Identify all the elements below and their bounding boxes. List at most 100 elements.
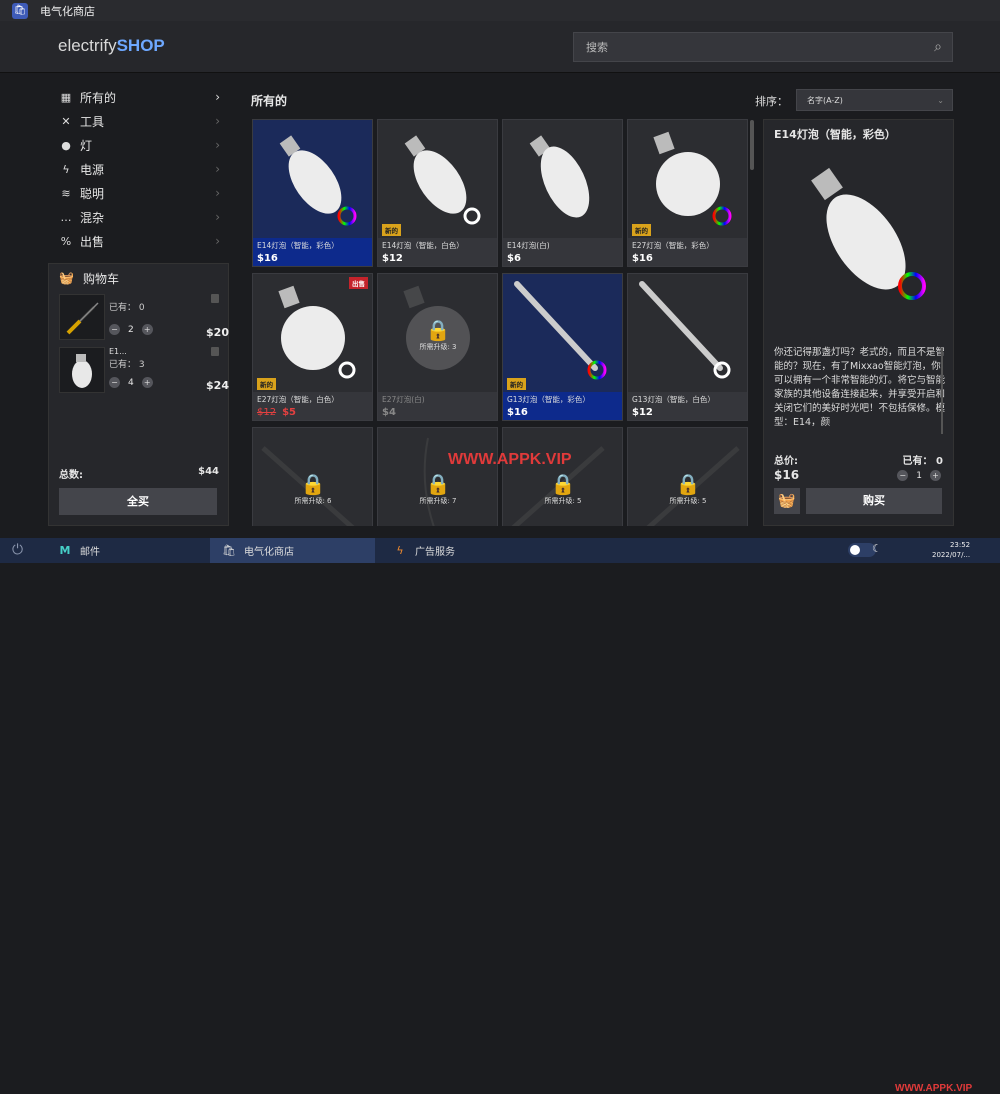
candle-bulb-image [529, 135, 590, 218]
increase-button[interactable]: + [141, 377, 153, 388]
old-price: $12 [257, 407, 277, 418]
quantity-value: 2 [128, 324, 134, 335]
category-sale[interactable]: % 出售 › [48, 229, 228, 253]
product-card[interactable]: 出售 新的 E27灯泡（智能，白色） $12 $5 [252, 273, 373, 421]
tube-bulb-image [639, 281, 731, 379]
lock-icon: 🔒 [425, 472, 451, 496]
buy-button[interactable]: 购买 [806, 488, 942, 514]
product-label: E14灯泡(白) $6 [503, 238, 622, 266]
product-label: G13灯泡（智能，彩色） $16 [503, 392, 622, 420]
cart-item-name: E1... [109, 347, 127, 356]
product-label: E27灯泡(白) $4 [378, 392, 497, 420]
quantity-stepper[interactable]: − 4 + [109, 377, 153, 388]
window-titlebar: 🛍 电气化商店 [0, 0, 1000, 21]
taskbar-mail[interactable]: M 邮件 [50, 538, 200, 563]
screwdriver-thumbnail [59, 294, 105, 340]
increase-button[interactable]: + [930, 470, 941, 481]
percent-icon: % [60, 234, 72, 248]
chevron-right-icon: › [215, 210, 220, 224]
chevron-right-icon: › [215, 234, 220, 248]
shop-logo: electrifySHOP [58, 36, 165, 55]
trash-icon[interactable] [211, 347, 219, 356]
watermark-text: WWW.APPK.VIP [895, 1083, 973, 1094]
search-bar[interactable]: ⌕ [573, 32, 953, 62]
product-detail-panel: E14灯泡（智能，彩色） 你还记得那盏灯吗？老式的，而且不是智能的？现在，有了M… [763, 119, 954, 526]
category-tools[interactable]: ✕ 工具 › [48, 109, 228, 133]
search-input[interactable] [574, 40, 924, 54]
detail-total-label: 总价: [774, 456, 798, 467]
tube-bulb-image [514, 281, 607, 380]
bulb-icon: ● [61, 138, 71, 152]
shop-bag-icon: 🛍 [12, 2, 28, 19]
chevron-right-icon: › [215, 90, 220, 104]
cart-item-price: $20 [206, 326, 229, 339]
detail-owned: 已有： 0 [902, 456, 943, 467]
sort-label: 排序： [755, 95, 788, 108]
shop-header: electrifySHOP ⌕ [0, 21, 1000, 73]
cart-header: 🧺 购物车 [59, 271, 120, 286]
product-card[interactable]: E14灯泡（智能，彩色） $16 [252, 119, 373, 267]
increase-button[interactable]: + [141, 324, 153, 335]
new-badge: 新的 [257, 378, 276, 390]
chevron-right-icon: › [215, 114, 220, 128]
product-card-locked[interactable]: 🔒 所需升级: 7 [377, 427, 498, 526]
trash-icon[interactable] [211, 294, 219, 303]
detail-price: $16 [774, 468, 800, 482]
description-scrollbar[interactable] [941, 348, 943, 434]
sort-select[interactable]: 名字(A-Z) ⌄ [796, 89, 953, 111]
product-card[interactable]: G13灯泡（智能，白色） $12 [627, 273, 748, 421]
add-to-cart-button[interactable]: 🧺 [774, 488, 800, 514]
candle-bulb-image [404, 135, 481, 225]
lightning-icon: ϟ [62, 162, 70, 176]
product-card-locked[interactable]: 🔒 所需升级: 6 [252, 427, 373, 526]
search-icon[interactable]: ⌕ [924, 39, 952, 55]
globe-bulb-image [653, 131, 732, 226]
quantity-stepper[interactable]: − 2 + [109, 324, 153, 335]
category-all[interactable]: ▦ 所有的 › [48, 85, 228, 109]
new-badge: 新的 [382, 224, 401, 236]
product-card[interactable]: 新的 E27灯泡（智能，彩色） $16 [627, 119, 748, 267]
decrease-button[interactable]: − [109, 324, 120, 335]
detail-product-image [811, 167, 926, 300]
power-icon[interactable]: ⏻ [12, 542, 23, 558]
chevron-right-icon: › [215, 186, 220, 200]
product-label: E27灯泡（智能，白色） $12 $5 [253, 392, 372, 420]
lock-icon: 🔒 [675, 472, 701, 496]
product-card-locked[interactable]: 🔒 所需升级: 5 [627, 427, 748, 526]
product-card-locked[interactable]: 🔒 所需升级: 3 E27灯泡(白) $4 [377, 273, 498, 421]
category-misc[interactable]: … 混杂 › [48, 205, 228, 229]
detail-description: 你还记得那盏灯吗？老式的，而且不是智能的？现在，有了Mixxao智能灯泡，你可以… [774, 347, 946, 428]
category-power[interactable]: ϟ 电源 › [48, 157, 228, 181]
grid-icon: ▦ [60, 90, 72, 104]
decrease-button[interactable]: − [897, 470, 909, 481]
taskbar-ads[interactable]: ϟ 广告服务 [385, 538, 545, 563]
cart-total: 总数: $44 [59, 466, 219, 481]
basket-icon: 🧺 [59, 271, 74, 285]
product-card-locked[interactable]: 🔒 所需升级: 5 [502, 427, 623, 526]
buy-all-button[interactable]: 全买 [59, 488, 217, 515]
product-card[interactable]: 新的 E14灯泡（智能，白色） $12 [377, 119, 498, 267]
quantity-value: 1 [916, 470, 922, 481]
grid-scrollbar[interactable] [750, 120, 754, 170]
product-card[interactable]: E14灯泡(白) $6 [502, 119, 623, 267]
tools-icon: ✕ [61, 114, 71, 128]
mail-app-icon: M [59, 544, 71, 557]
taskbar-shop[interactable]: 🛍 电气化商店 [210, 538, 375, 563]
category-lights[interactable]: ● 灯 › [48, 133, 228, 157]
cart-item: 已有： 0 − 2 + $20 [59, 294, 229, 342]
product-label: G13灯泡（智能，白色） $12 [628, 392, 747, 420]
decrease-button[interactable]: − [109, 377, 120, 388]
cart-item: E1... 已有： 3 − 4 + $24 [59, 347, 229, 395]
moon-icon: ☾ [872, 542, 882, 555]
shopping-cart-panel: 🧺 购物车 已有： 0 − 2 + $20 E1... 已有： 3 − 4 + $… [48, 263, 229, 526]
lock-icon: 🔒 [550, 472, 576, 496]
product-card[interactable]: 新的 G13灯泡（智能，彩色） $16 [502, 273, 623, 421]
wifi-icon: ≋ [61, 186, 71, 200]
candle-bulb-image [279, 135, 357, 226]
watermark-text: WWW.APPK.VIP [448, 451, 572, 468]
lock-icon: 🔒 [300, 472, 326, 496]
quantity-stepper[interactable]: − 1 + [897, 470, 941, 481]
section-title: 所有的 [251, 94, 288, 108]
chevron-down-icon: ⌄ [937, 95, 944, 105]
category-smart[interactable]: ≋ 聪明 › [48, 181, 228, 205]
